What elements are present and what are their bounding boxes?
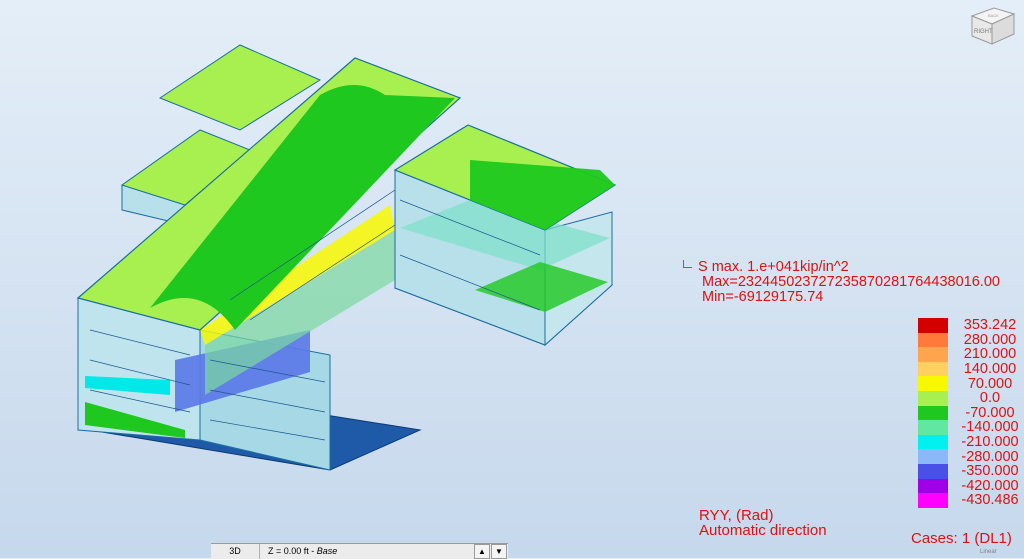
result-info: RYY, (Rad) Automatic direction — [699, 508, 827, 538]
stress-max: Max=232445023727235870281764438016.00 — [702, 274, 1000, 290]
legend-swatch — [918, 347, 948, 362]
level-field[interactable]: Z = 0.00 ft - Base — [260, 544, 474, 559]
legend-label: 353.242 — [963, 317, 1017, 334]
legend-label: 140.000 — [963, 361, 1017, 378]
legend-swatch — [918, 405, 948, 421]
level-down-button[interactable]: ▼ — [491, 544, 507, 559]
legend-row: 0.0 — [918, 390, 1024, 407]
view-mode-field[interactable]: 3D — [211, 544, 260, 559]
legend-row: -350.000 — [918, 463, 1024, 480]
legend-swatch — [918, 434, 948, 450]
legend-row: 140.000 — [918, 361, 1024, 378]
legend-row: -140.000 — [918, 420, 1024, 435]
legend-label: 0.0 — [979, 390, 1001, 407]
legend-row: 353.242 — [918, 318, 1024, 333]
legend-row: -210.000 — [918, 434, 1024, 451]
legend-swatch — [918, 478, 948, 494]
legend-swatch — [918, 318, 948, 333]
legend-row: 280.000 — [918, 331, 1024, 348]
legend-label: -430.486 — [961, 492, 1019, 509]
legend-label: -420.000 — [961, 477, 1019, 494]
legend-swatch — [918, 376, 948, 391]
3d-viewport[interactable]: RIGHT BACK S max. 1.e+041kip/in^2 Max=23… — [0, 0, 1024, 559]
legend-label: -210.000 — [961, 434, 1019, 451]
result-component: RYY, (Rad) — [699, 507, 774, 524]
legend-swatch — [918, 361, 948, 377]
level-up-button[interactable]: ▲ — [474, 544, 490, 559]
stress-min: Min=-69129175.74 — [702, 289, 824, 305]
stress-info: S max. 1.e+041kip/in^2 Max=2324450237272… — [683, 260, 1000, 305]
legend-row: -420.000 — [918, 477, 1024, 494]
view-cube-top-label: BACK — [988, 13, 999, 18]
legend-label: 210.000 — [963, 346, 1017, 363]
legend-label: -140.000 — [961, 419, 1019, 436]
result-direction: Automatic direction — [699, 522, 827, 539]
legend-row: 70.000 — [918, 376, 1024, 391]
cases-sub-label: Linear — [980, 549, 997, 555]
color-legend: 353.242 280.000 210.000 140.000 70.000 0.0 -70… — [918, 318, 1024, 508]
legend-label: -70.000 — [965, 404, 1015, 421]
legend-swatch — [918, 463, 948, 479]
legend-row: -280.000 — [918, 449, 1024, 464]
legend-label: 70.000 — [967, 375, 1013, 392]
view-cube-icon[interactable]: RIGHT BACK — [964, 2, 1020, 50]
level-prefix: Z = 0.00 ft - — [268, 546, 317, 556]
legend-swatch — [918, 493, 948, 508]
cases-label: Cases: 1 (DL1) — [911, 530, 1012, 547]
legend-swatch — [918, 420, 948, 435]
view-cube-face-label: RIGHT — [974, 29, 993, 35]
legend-row: -70.000 — [918, 404, 1024, 421]
legend-row: -430.486 — [918, 493, 1024, 508]
axis-corner-icon — [683, 260, 692, 268]
stress-title: S max. 1.e+041kip/in^2 — [698, 259, 849, 275]
legend-label: -350.000 — [961, 463, 1019, 480]
status-bar: 3D Z = 0.00 ft - Base ▲ ▼ — [211, 543, 508, 559]
legend-swatch — [918, 449, 948, 464]
legend-label: 280.000 — [963, 331, 1017, 348]
legend-label: -280.000 — [961, 448, 1019, 465]
view-cube[interactable]: RIGHT BACK — [964, 2, 1020, 50]
legend-row: 210.000 — [918, 347, 1024, 362]
legend-swatch — [918, 332, 948, 348]
legend-swatch — [918, 390, 948, 406]
level-name: Base — [316, 546, 338, 556]
